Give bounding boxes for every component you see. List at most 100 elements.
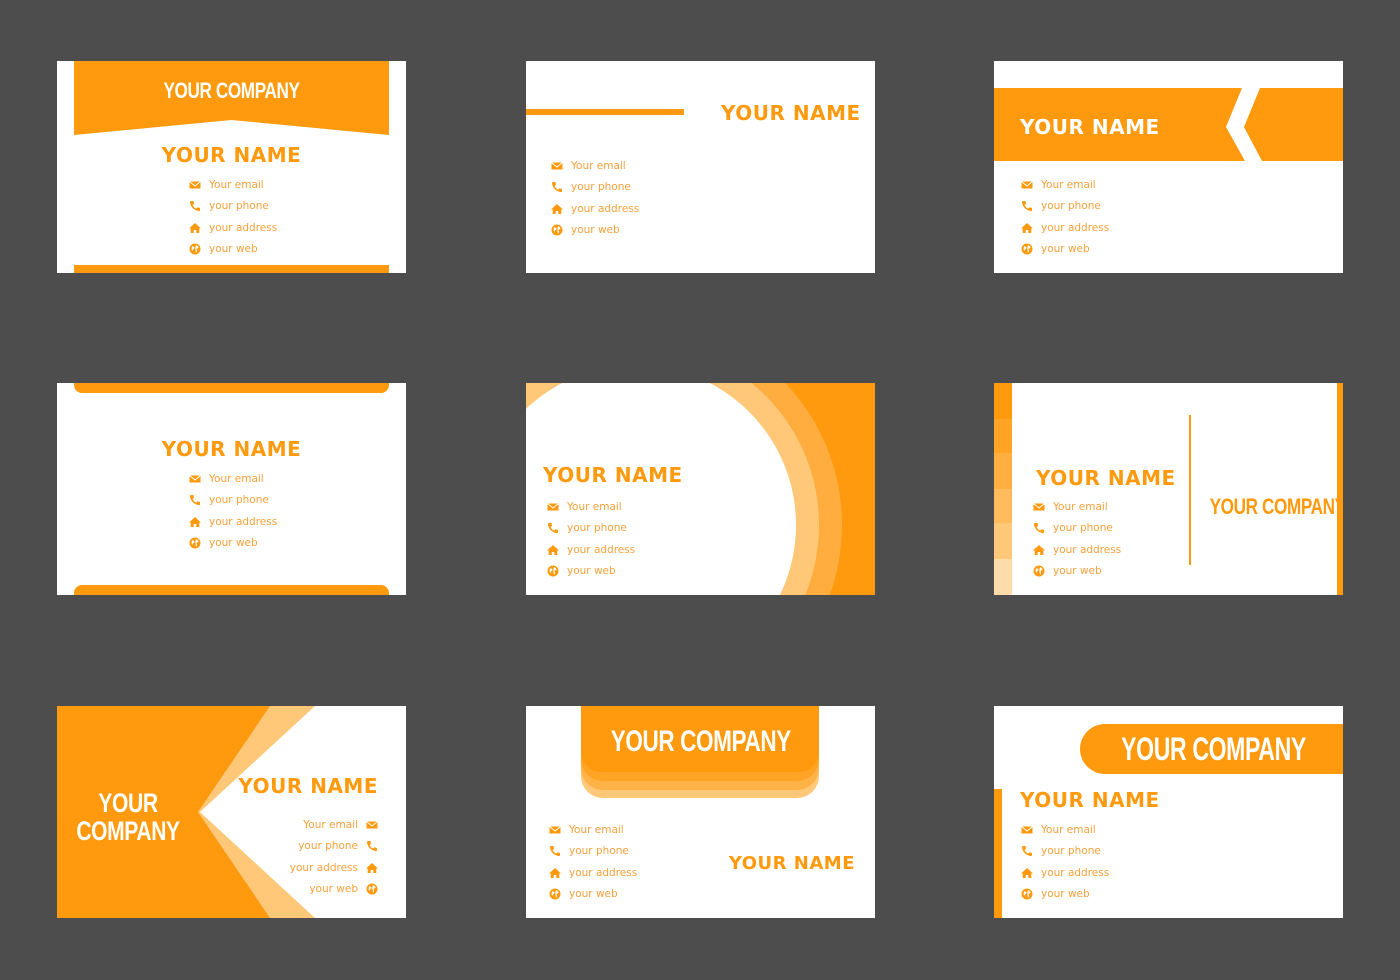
phone-icon	[189, 200, 201, 212]
contact-text: Your email	[567, 500, 622, 513]
contact-text: Your email	[571, 159, 626, 172]
envelope-icon	[549, 824, 561, 836]
person-name: YOUR NAME	[238, 774, 378, 798]
accent-line	[526, 109, 684, 115]
envelope-icon	[551, 160, 563, 172]
contact-list: Your email your phone your address your web	[549, 819, 637, 905]
contact-row: your phone	[551, 177, 639, 199]
home-icon	[1021, 867, 1033, 879]
business-card-1: YOUR COMPANY YOUR NAME Your email your ph…	[57, 61, 406, 273]
contact-text: your web	[209, 243, 258, 256]
contact-text: your address	[209, 515, 278, 528]
contact-row: your address	[549, 862, 637, 884]
home-icon	[547, 544, 559, 556]
contact-row: your web	[1033, 561, 1121, 583]
envelope-icon	[366, 819, 378, 831]
envelope-icon	[189, 179, 201, 191]
phone-icon	[366, 840, 378, 852]
contact-text: Your email	[1041, 823, 1096, 836]
contact-row: Your email	[1021, 174, 1109, 196]
contact-text: your phone	[1041, 845, 1101, 858]
business-card-8: YOUR COMPANY Your email your phone your ad…	[526, 706, 875, 918]
phone-icon	[547, 522, 559, 534]
phone-icon	[189, 494, 201, 506]
contact-row: Your email	[1021, 819, 1109, 841]
contact-text: Your email	[569, 823, 624, 836]
company-name: YOUR COMPANY	[1121, 731, 1306, 767]
contact-text: your address	[567, 543, 636, 556]
contact-row: your web	[551, 220, 639, 242]
person-name: YOUR NAME	[721, 101, 861, 125]
contact-list: Your email your phone your address your web	[547, 496, 635, 582]
business-card-2: YOUR NAME Your email your phone your addre…	[526, 61, 875, 273]
envelope-icon	[1021, 179, 1033, 191]
envelope-icon	[547, 501, 559, 513]
envelope-icon	[1033, 501, 1045, 513]
contact-row: Your email	[547, 496, 635, 518]
contact-row: your web	[1021, 239, 1109, 261]
home-icon	[189, 516, 201, 528]
contact-row: your phone	[290, 836, 378, 858]
phone-icon	[1021, 200, 1033, 212]
person-name: YOUR NAME	[543, 463, 683, 487]
business-card-5: YOUR NAME Your email your phone your addre…	[526, 383, 875, 595]
contact-row: your phone	[1033, 518, 1121, 540]
globe-icon	[189, 243, 201, 255]
contact-text: your address	[1041, 221, 1110, 234]
contact-row: Your email	[549, 819, 637, 841]
contact-row: your web	[547, 561, 635, 583]
contact-text: your phone	[209, 200, 269, 213]
company-name: YOUR COMPANY	[610, 725, 791, 758]
home-icon	[1021, 222, 1033, 234]
phone-icon	[551, 181, 563, 193]
company-name: YOUR COMPANY	[1209, 494, 1343, 519]
person-name: YOUR NAME	[1020, 115, 1160, 139]
contact-row: your address	[1033, 539, 1121, 561]
contact-row: Your email	[290, 814, 378, 836]
contact-text: your web	[569, 888, 618, 901]
contact-text: Your email	[303, 818, 358, 831]
person-name: YOUR NAME	[161, 143, 302, 167]
contact-row: Your email	[551, 155, 639, 177]
contact-list: Your email your phone your address your web	[290, 814, 378, 900]
contact-text: Your email	[1053, 500, 1108, 513]
contact-text: your web	[567, 565, 616, 578]
contact-row: your phone	[189, 196, 277, 218]
contact-text: Your email	[209, 472, 264, 485]
contact-list: Your email your phone your address your web	[189, 468, 277, 554]
contact-text: Your email	[209, 178, 264, 191]
contact-text: your web	[1041, 888, 1090, 901]
company-name: YOUR COMPANY	[163, 78, 300, 103]
contact-text: your web	[1053, 565, 1102, 578]
contact-list: Your email your phone your address your web	[551, 155, 639, 241]
contact-row: your web	[189, 533, 277, 555]
person-name: YOUR NAME	[161, 437, 302, 461]
contact-text: your web	[209, 537, 258, 550]
contact-text: your phone	[298, 840, 358, 853]
contact-text: your address	[569, 866, 638, 879]
contact-row: Your email	[189, 174, 277, 196]
contact-text: your phone	[1053, 522, 1113, 535]
home-icon	[549, 867, 561, 879]
contact-row: your address	[189, 511, 277, 533]
contact-text: your address	[571, 202, 640, 215]
company-name-line-2: COMPANY	[76, 816, 180, 846]
phone-icon	[549, 845, 561, 857]
contact-text: your web	[1041, 243, 1090, 256]
contact-row: Your email	[1033, 496, 1121, 518]
person-name: YOUR NAME	[728, 853, 855, 874]
globe-icon	[1033, 565, 1045, 577]
globe-icon	[1021, 243, 1033, 255]
left-stripe	[994, 789, 1002, 918]
right-stripe	[1337, 383, 1343, 595]
contact-list: Your email your phone your address your web	[1021, 819, 1109, 905]
person-name: YOUR NAME	[1020, 788, 1160, 812]
contact-text: your address	[1041, 866, 1110, 879]
globe-icon	[551, 224, 563, 236]
contact-row: your address	[1021, 217, 1109, 239]
business-card-9: YOUR COMPANY YOUR NAME Your email your ph…	[994, 706, 1343, 918]
footer-bar	[74, 265, 389, 273]
business-card-4: YOUR NAME Your email your phone your addre…	[57, 383, 406, 595]
contact-row: your phone	[189, 490, 277, 512]
home-icon	[366, 862, 378, 874]
